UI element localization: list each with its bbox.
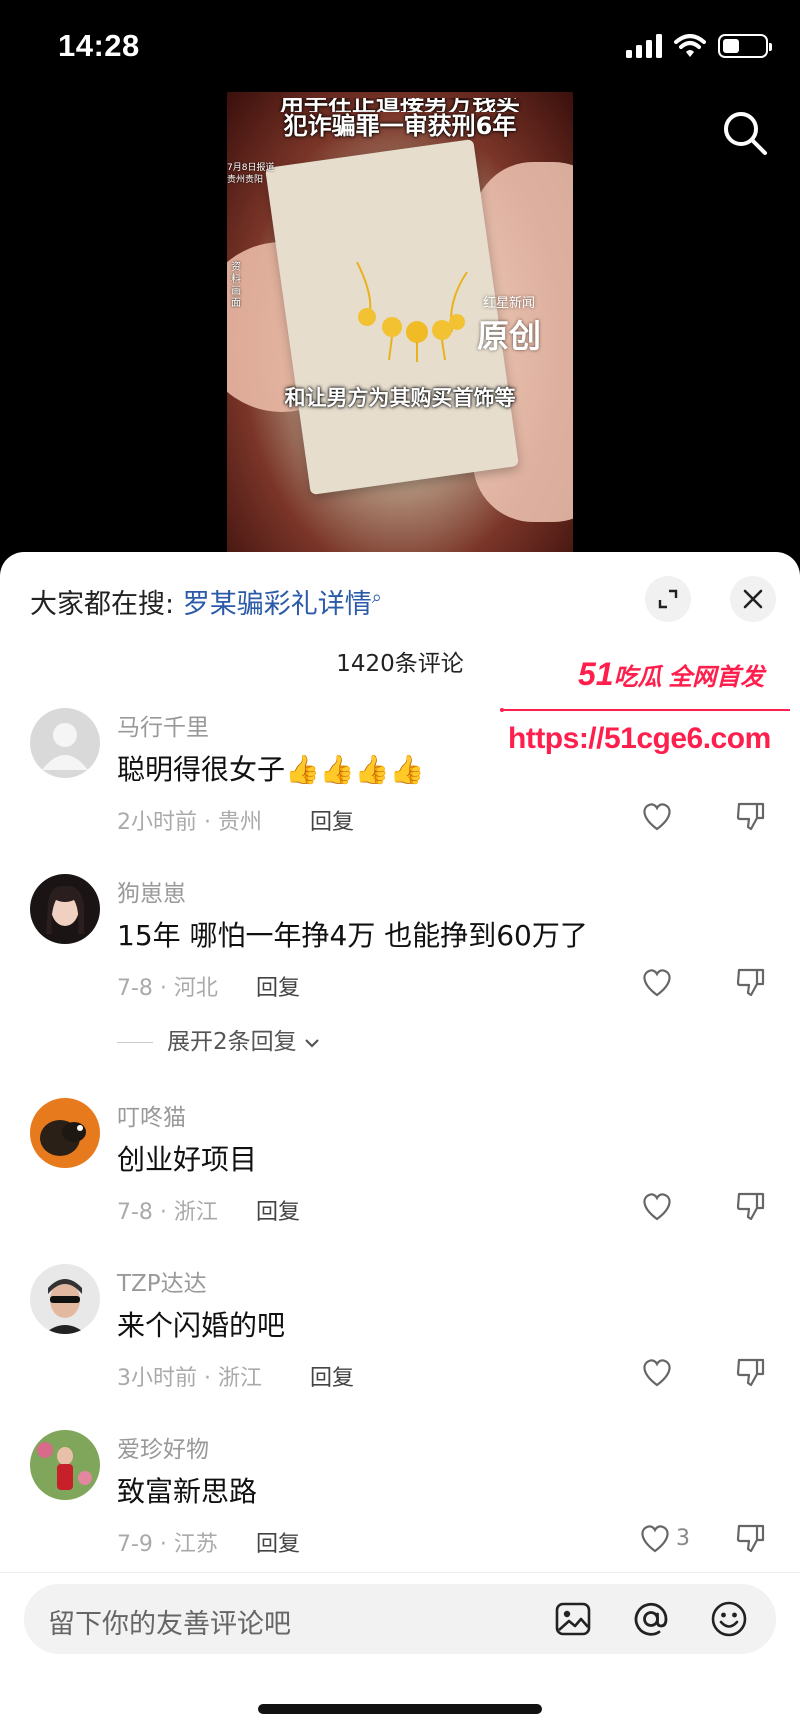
video-brand-small: 红星新闻 — [483, 296, 536, 311]
search-icon[interactable] — [720, 108, 770, 158]
watermark-title-rest: 吃瓜 全网首发 — [613, 664, 765, 691]
like-icon[interactable] — [640, 1356, 674, 1388]
comment-meta: 3小时前 · 浙江 — [117, 1366, 262, 1391]
comment-input-placeholder: 留下你的友善评论吧 — [48, 1609, 291, 1640]
comment-username[interactable]: 叮咚猫 — [117, 1098, 186, 1132]
dislike-icon[interactable] — [735, 800, 767, 832]
dislike-icon[interactable] — [735, 1356, 767, 1388]
video-caption-top: 用手在正道接男方钱买 犯诈骗罪一审获刑6年 — [227, 98, 573, 140]
status-bar: 14:28 — [0, 0, 800, 92]
like-icon[interactable] — [640, 966, 674, 998]
reply-button[interactable]: 回复 — [310, 1360, 354, 1392]
comment-input[interactable]: 留下你的友善评论吧 — [24, 1584, 776, 1654]
divider — [0, 1572, 800, 1573]
video-brand-big: 原创 — [477, 317, 542, 355]
image-icon[interactable] — [554, 1600, 592, 1638]
video-caption-top-line: 犯诈骗罪一审获刑6年 — [283, 112, 517, 140]
avatar[interactable] — [30, 874, 100, 944]
avatar[interactable] — [30, 1098, 100, 1168]
comment-username[interactable]: 狗崽崽 — [117, 874, 186, 908]
comment-text: 聪明得很女子👍👍👍👍 — [117, 753, 425, 786]
comment-meta: 2小时前 · 贵州 — [117, 810, 262, 835]
close-button[interactable] — [730, 576, 776, 622]
video-side-label: 资料画面 — [231, 262, 241, 309]
like-icon[interactable] — [640, 800, 674, 832]
video-date: 7月8日报道 贵州贵阳 — [227, 162, 274, 186]
comment-text: 创业好项目 — [117, 1143, 258, 1176]
status-time: 14:28 — [58, 28, 140, 63]
trending-search-prefix: 大家都在搜: — [30, 589, 175, 620]
battery-icon — [718, 34, 772, 58]
wifi-icon — [674, 34, 706, 57]
watermark-line — [500, 708, 790, 712]
trending-search-link[interactable]: 罗某骗彩礼详情 — [183, 589, 372, 620]
video-player[interactable]: 用手在正道接男方钱买 犯诈骗罪一审获刑6年 7月8日报道 贵州贵阳 资料画面 红… — [227, 92, 573, 552]
necklace-image — [356, 262, 468, 362]
trending-search[interactable]: 大家都在搜: 罗某骗彩礼详情⌕ — [30, 582, 382, 621]
reply-button[interactable]: 回复 — [310, 804, 354, 836]
comment-text: 来个闪婚的吧 — [117, 1309, 286, 1342]
avatar[interactable] — [30, 1430, 100, 1500]
expand-icon — [658, 589, 678, 609]
comment-username[interactable]: TZP达达 — [117, 1264, 207, 1298]
video-caption-bottom: 和让男方为其购买首饰等 — [284, 386, 516, 410]
like-icon[interactable] — [638, 1522, 672, 1554]
expand-replies-dash — [117, 1042, 153, 1043]
comment-meta: 7-9 · 江苏 — [117, 1532, 218, 1557]
video-brand: 红星新闻 原创 — [477, 292, 541, 357]
comment-text: 致富新思路 — [117, 1475, 258, 1508]
mention-icon[interactable] — [632, 1600, 670, 1638]
comment-meta: 7-8 · 河北 — [117, 976, 218, 1001]
watermark-title-num: 51 — [578, 656, 614, 692]
home-indicator[interactable] — [258, 1704, 542, 1714]
reply-button[interactable]: 回复 — [256, 1194, 300, 1226]
dislike-icon[interactable] — [735, 1522, 767, 1554]
expand-replies-button[interactable]: 展开2条回复 — [117, 1022, 320, 1056]
chevron-down-icon — [305, 1038, 319, 1048]
comment-username[interactable]: 爱珍好物 — [117, 1430, 209, 1464]
emoji-icon[interactable] — [710, 1600, 748, 1638]
avatar[interactable] — [30, 1264, 100, 1334]
like-count: 3 — [676, 1526, 690, 1551]
reply-button[interactable]: 回复 — [256, 970, 300, 1002]
video-date-line2: 贵州贵阳 — [227, 175, 264, 185]
expand-replies-label: 展开2条回复 — [167, 1029, 297, 1055]
expand-button[interactable] — [645, 576, 691, 622]
close-icon — [743, 589, 763, 609]
dislike-icon[interactable] — [735, 1190, 767, 1222]
battery-level — [723, 39, 739, 53]
status-icons — [626, 34, 772, 58]
video-caption-top-cut: 用手在正道接男方钱买 — [280, 98, 520, 112]
avatar[interactable] — [30, 708, 100, 778]
comment-meta: 7-8 · 浙江 — [117, 1200, 218, 1225]
watermark-url[interactable]: https://51cge6.com — [508, 722, 771, 756]
like-icon[interactable] — [640, 1190, 674, 1222]
comment-username[interactable]: 马行千里 — [117, 708, 209, 742]
comment-text: 15年 哪怕一年挣4万 也能挣到60万了 — [117, 919, 588, 952]
reply-button[interactable]: 回复 — [256, 1526, 300, 1558]
watermark-title: 51吃瓜 全网首发 — [578, 656, 764, 693]
dislike-icon[interactable] — [735, 966, 767, 998]
video-date-line1: 7月8日报道 — [227, 163, 275, 173]
search-small-icon: ⌕ — [371, 587, 382, 608]
cellular-signal-icon — [626, 34, 662, 58]
